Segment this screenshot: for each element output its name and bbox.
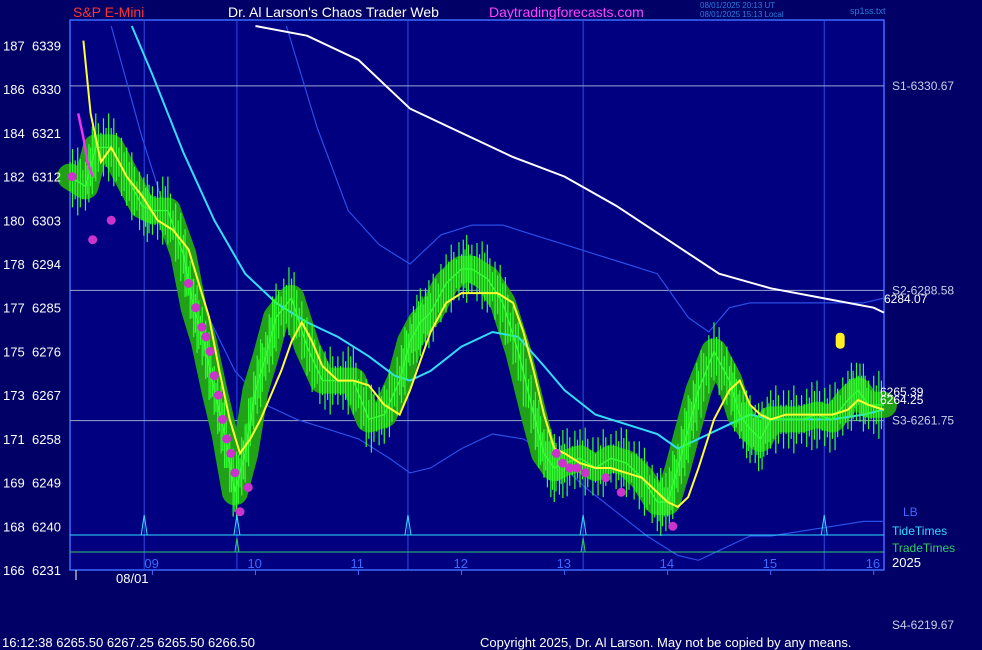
y-tick-count: 169: [3, 476, 25, 491]
y-tick-price: 6231: [32, 563, 61, 578]
y-tick-count: 178: [3, 257, 25, 272]
y-tick-count: 173: [3, 388, 25, 403]
lb-label: LB: [903, 505, 918, 519]
year-label: 2025: [892, 555, 921, 570]
magenta-point: [88, 235, 98, 245]
price-chart: 187 6339 186 6330 184 6321 182 6312 180 6303 178 62…: [3, 19, 955, 632]
y-tick-price: 6339: [32, 38, 61, 53]
y-tick-count: 177: [3, 301, 25, 316]
magenta-point: [183, 278, 193, 288]
y-tick-price: 6285: [32, 301, 61, 316]
magenta-point: [243, 482, 253, 492]
magenta-point: [191, 303, 201, 313]
magenta-point: [551, 448, 561, 458]
x-tick-label: 13: [557, 556, 571, 571]
y-tick-count: 168: [3, 519, 25, 534]
y-tick-count: 171: [3, 432, 25, 447]
level-label: S4-6219.67: [892, 618, 954, 632]
y-tick-count: 166: [3, 563, 25, 578]
end-label-slow: 6284.07: [884, 292, 928, 306]
x-tick-label: 12: [454, 556, 468, 571]
magenta-point: [197, 322, 207, 332]
y-tick-price: 6249: [32, 476, 61, 491]
magenta-point: [205, 346, 215, 356]
right-labels: S1-6330.67S2-6288.58S3-6261.75S4-6219.67…: [880, 79, 955, 632]
trade-times-label: TradeTimes: [892, 541, 955, 555]
copyright: Copyright 2025, Dr. Al Larson. May not b…: [480, 635, 852, 650]
date-label: 08/01: [116, 571, 149, 586]
y-tick-price: 6276: [32, 344, 61, 359]
x-tick-label: 16: [866, 556, 880, 571]
y-tick-price: 6267: [32, 388, 61, 403]
magenta-point: [616, 487, 626, 497]
level-label: S3-6261.75: [892, 414, 954, 428]
y-tick-price: 6303: [32, 213, 61, 228]
magenta-point: [217, 414, 227, 424]
magenta-point: [213, 390, 223, 400]
y-tick-count: 184: [3, 126, 25, 141]
x-tick-label: 11: [351, 556, 365, 571]
y-tick-count: 180: [3, 213, 25, 228]
magenta-point: [235, 507, 245, 517]
y-tick-price: 6258: [32, 432, 61, 447]
magenta-point: [668, 521, 678, 531]
y-tick-count: 182: [3, 170, 25, 185]
magenta-point: [580, 468, 590, 478]
x-tick-label: 09: [144, 556, 158, 571]
y-tick-count: 187: [3, 38, 25, 53]
last-quote: 16:12:38 6265.50 6267.25 6265.50 6266.50: [2, 635, 256, 650]
magenta-point: [230, 468, 240, 478]
end-label-cyan: 6264.25: [880, 393, 924, 407]
y-tick-price: 6321: [32, 126, 61, 141]
magenta-point: [106, 215, 116, 225]
y-axis: 187 6339 186 6330 184 6321 182 6312 180 6303 178 62…: [3, 38, 61, 578]
y-tick-price: 6312: [32, 170, 61, 185]
yellow-marker: [835, 332, 845, 349]
y-tick-price: 6294: [32, 257, 61, 272]
magenta-point: [601, 473, 611, 483]
y-tick-price: 6330: [32, 82, 61, 97]
x-tick-label: 14: [660, 556, 674, 571]
y-tick-price: 6240: [32, 519, 61, 534]
x-tick-label: 10: [247, 556, 261, 571]
x-tick-label: 15: [763, 556, 777, 571]
level-label: S1-6330.67: [892, 79, 954, 93]
magenta-point: [209, 371, 219, 381]
y-tick-count: 175: [3, 344, 25, 359]
magenta-point: [67, 172, 77, 182]
tide-times-label: TideTimes: [892, 524, 947, 538]
magenta-point: [201, 332, 211, 342]
magenta-point: [226, 448, 236, 458]
magenta-point: [222, 434, 232, 444]
magenta-point: [572, 463, 582, 473]
y-tick-count: 186: [3, 82, 25, 97]
